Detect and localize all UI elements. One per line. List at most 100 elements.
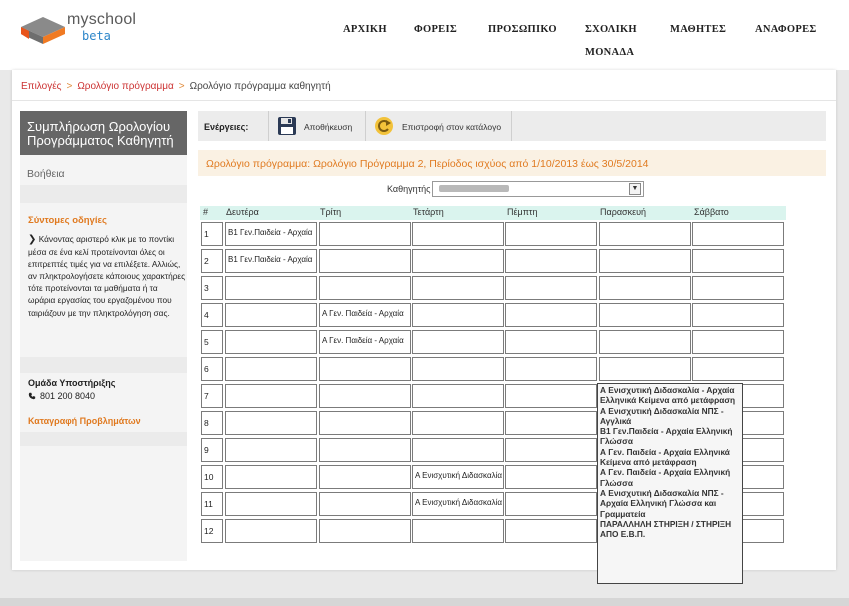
timetable-cell[interactable] (225, 330, 317, 354)
timetable-cell[interactable] (505, 303, 597, 327)
chevron-down-icon[interactable]: ▼ (629, 183, 641, 195)
timetable-cell[interactable] (692, 330, 784, 354)
timetable-cell[interactable] (319, 357, 411, 381)
row-number: 12 (201, 519, 223, 543)
sidebar: Συμπλήρωση Ωρολογίου Προγράμματος Καθηγη… (20, 111, 187, 561)
timetable-cell[interactable] (412, 249, 504, 273)
timetable-cell[interactable] (505, 492, 597, 516)
timetable-cell[interactable] (319, 465, 411, 489)
timetable-cell[interactable]: Α Γεν. Παιδεία - Αρχαία (319, 330, 411, 354)
timetable-cell[interactable] (412, 330, 504, 354)
timetable-cell[interactable] (319, 411, 411, 435)
teacher-select[interactable]: ▼ (432, 181, 644, 197)
support-title: Ομάδα Υποστήριξης (28, 378, 116, 388)
timetable-cell[interactable] (319, 519, 411, 543)
timetable-cell[interactable] (599, 249, 691, 273)
breadcrumb-timetable[interactable]: Ωρολόγιο πρόγραμμα (77, 81, 173, 92)
timetable-cell[interactable]: Α Ενισχυτική Διδασκαλία (412, 492, 504, 516)
timetable-cell[interactable] (505, 276, 597, 300)
timetable-cell[interactable] (692, 249, 784, 273)
timetable-cell[interactable] (412, 357, 504, 381)
save-button[interactable]: Αποθήκευση (304, 122, 352, 132)
timetable-cell[interactable] (225, 438, 317, 462)
suggestion-item[interactable]: ΠΑΡΑΛΛΗΛΗ ΣΤΗΡΙΞΗ / ΣΤΗΡΙΞΗ ΑΠΟ Ε.Β.Π. (600, 519, 740, 540)
suggestion-item[interactable]: Α Ενισχυτική Διδασκαλία ΝΠΣ - Αρχαία Ελλ… (600, 488, 740, 519)
timetable-cell[interactable] (225, 411, 317, 435)
timetable-cell[interactable] (412, 411, 504, 435)
timetable-cell[interactable] (319, 249, 411, 273)
timetable-cell[interactable] (599, 330, 691, 354)
timetable-cell[interactable] (225, 519, 317, 543)
timetable-cell[interactable] (599, 222, 691, 246)
timetable-cell[interactable] (412, 438, 504, 462)
timetable-cell[interactable] (319, 438, 411, 462)
timetable-cell[interactable]: Α Γεν. Παιδεία - Αρχαία (319, 303, 411, 327)
timetable-cell[interactable]: Β1 Γεν.Παιδεία - Αρχαία (225, 249, 317, 273)
timetable-cell[interactable] (225, 384, 317, 408)
timetable-cell[interactable] (505, 249, 597, 273)
cell-lesson: Α Ενισχυτική Διδασκαλία (415, 498, 502, 507)
timetable-cell[interactable]: Β1 Γεν.Παιδεία - Αρχαία (225, 222, 317, 246)
timetable-cell[interactable] (505, 519, 597, 543)
timetable-cell[interactable] (412, 303, 504, 327)
timetable-cell[interactable] (505, 438, 597, 462)
header-number: # (203, 207, 209, 217)
grid-header: # Δευτέρα Τρίτη Τετάρτη Πέμπτη Παρασκευή… (200, 206, 786, 220)
return-arrow-icon[interactable] (373, 115, 395, 137)
timetable-cell[interactable] (225, 465, 317, 489)
timetable-cell[interactable] (505, 411, 597, 435)
nav-school-unit[interactable]: ΣΧΟΛΙΚΗ (585, 24, 637, 35)
timetable-cell[interactable] (505, 222, 597, 246)
suggestion-item[interactable]: Β1 Γεν.Παιδεία - Αρχαία Ελληνική Γλώσσα (600, 426, 740, 447)
timetable-cell[interactable] (692, 357, 784, 381)
teacher-name-blurred (439, 185, 509, 192)
nav-reports[interactable]: ΑΝΑΦΟΡΕΣ (755, 24, 817, 35)
timetable-cell[interactable] (692, 303, 784, 327)
timetable-cell[interactable] (412, 222, 504, 246)
back-to-list-button[interactable]: Επιστροφή στον κατάλογο (402, 122, 501, 132)
timetable-cell[interactable] (225, 492, 317, 516)
nav-students[interactable]: ΜΑΘΗΤΕΣ (670, 24, 726, 35)
floppy-disk-icon[interactable] (277, 116, 297, 136)
timetable-cell[interactable] (599, 276, 691, 300)
timetable-cell[interactable] (319, 492, 411, 516)
timetable-cell[interactable] (225, 276, 317, 300)
timetable-cell[interactable] (692, 276, 784, 300)
app-name[interactable]: myschool (67, 11, 136, 29)
timetable-cell[interactable] (412, 519, 504, 543)
timetable-cell[interactable] (599, 357, 691, 381)
timetable-cell[interactable] (225, 357, 317, 381)
timetable-cell[interactable] (692, 222, 784, 246)
timetable-cell[interactable] (319, 276, 411, 300)
myschool-logo-icon[interactable] (19, 13, 67, 45)
help-link[interactable]: Βοήθεια (27, 168, 65, 180)
row-number: 9 (201, 438, 223, 462)
suggestion-item[interactable]: Α Ενισχυτική Διδασκαλία ΝΠΣ - Αγγλικά (600, 406, 740, 427)
timetable-cell[interactable] (319, 384, 411, 408)
suggestion-item[interactable]: Α Γεν. Παιδεία - Αρχαία Ελληνική Γλώσσα (600, 467, 740, 488)
timetable-cell[interactable] (599, 303, 691, 327)
breadcrumb-options[interactable]: Επιλογές (21, 81, 61, 92)
timetable-cell[interactable] (225, 303, 317, 327)
timetable-cell[interactable] (505, 465, 597, 489)
beta-badge: beta (82, 29, 111, 43)
nav-home[interactable]: ΑΡΧΙΚΗ (343, 24, 387, 35)
timetable-cell[interactable] (412, 384, 504, 408)
nav-staff[interactable]: ΠΡΟΣΩΠΙΚΟ (488, 24, 557, 35)
timetable-cell[interactable] (412, 276, 504, 300)
suggestions-dropdown[interactable]: Α Ενισχυτική Διδασκαλία - Αρχαία Ελληνικ… (597, 383, 743, 584)
timetable-cell[interactable] (505, 330, 597, 354)
timetable-cell[interactable] (319, 222, 411, 246)
top-bar: myschool beta ΑΡΧΙΚΗ ΦΟΡΕΙΣ ΠΡΟΣΩΠΙΚΟ ΣΧ… (0, 0, 849, 70)
nav-school-unit-line2[interactable]: ΜΟΝΑΔΑ (585, 47, 634, 58)
timetable-cell[interactable] (505, 384, 597, 408)
actions-label: Ενέργειες: (204, 122, 249, 132)
row-number: 11 (201, 492, 223, 516)
suggestion-item[interactable]: Α Ενισχυτική Διδασκαλία - Αρχαία Ελληνικ… (600, 385, 740, 406)
nav-institutions[interactable]: ΦΟΡΕΙΣ (414, 24, 457, 35)
timetable-cell[interactable] (505, 357, 597, 381)
timetable-cell[interactable]: Α Ενισχυτική Διδασκαλία (412, 465, 504, 489)
report-problems-link[interactable]: Καταγραφή Προβλημάτων (28, 416, 141, 426)
suggestion-item[interactable]: Α Γεν. Παιδεία - Αρχαία Ελληνικά Κείμενα… (600, 447, 740, 468)
cell-lesson: Α Ενισχυτική Διδασκαλία (415, 471, 502, 480)
